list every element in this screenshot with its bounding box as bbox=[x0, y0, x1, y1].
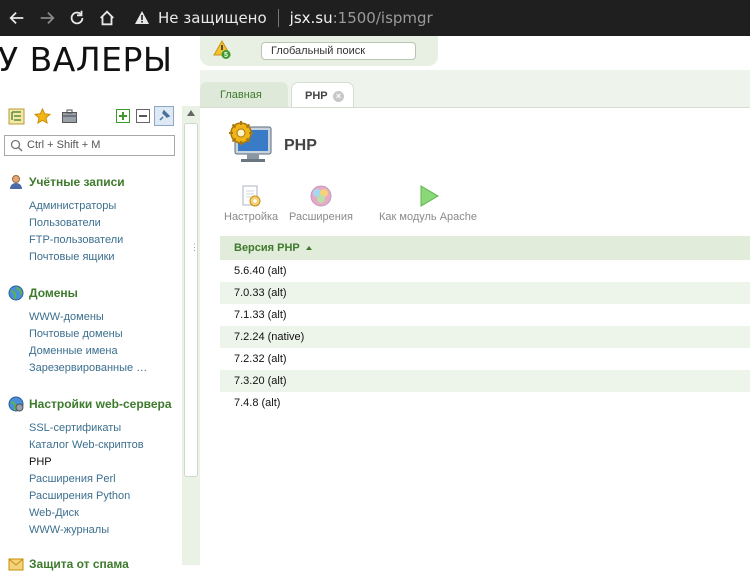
sidebar-item-administrators[interactable]: Администраторы bbox=[29, 200, 116, 212]
php-module-icon bbox=[229, 121, 272, 162]
sidebar-search-placeholder: Ctrl + Shift + M bbox=[27, 139, 101, 151]
settings-button-label: Настройка bbox=[224, 211, 279, 223]
pin-icon[interactable] bbox=[154, 106, 174, 126]
site-title: У ВАЛЕРЫ bbox=[0, 40, 173, 79]
sidebar-item-python-extensions[interactable]: Расширения Python bbox=[29, 490, 130, 502]
tab-php-label: PHP bbox=[305, 90, 328, 102]
url-path: :1500/ispmgr bbox=[332, 9, 433, 27]
sort-ascending-icon bbox=[305, 246, 312, 251]
url-host: jsx.su bbox=[289, 9, 333, 27]
back-button[interactable] bbox=[4, 5, 30, 31]
sidebar-scrollbar[interactable] bbox=[182, 106, 200, 565]
sidebar-item-mail-domains[interactable]: Почтовые домены bbox=[29, 328, 123, 340]
sidebar-group-title: Учётные записи bbox=[29, 175, 125, 189]
table-row[interactable]: 7.3.20 (alt) bbox=[220, 370, 750, 392]
scroll-up-icon[interactable] bbox=[187, 110, 195, 116]
sidebar-search-input[interactable]: Ctrl + Shift + M bbox=[4, 135, 175, 156]
table-row[interactable]: 7.1.33 (alt) bbox=[220, 304, 750, 326]
sidebar-group-title: Защита от спама bbox=[29, 557, 129, 571]
sidebar-group-title: Настройки web-сервера bbox=[29, 397, 172, 411]
briefcase-icon[interactable] bbox=[61, 108, 78, 125]
expand-all-icon[interactable] bbox=[115, 108, 132, 125]
splitter-handle[interactable]: ⋮ bbox=[190, 242, 199, 253]
sidebar-item-web-disk[interactable]: Web-Диск bbox=[29, 507, 79, 519]
sidebar-item-www-domains[interactable]: WWW-домены bbox=[29, 311, 104, 323]
search-icon bbox=[10, 139, 23, 152]
content-area: PHP Настройка Расширения Как модуль Apac… bbox=[200, 107, 750, 565]
table-row[interactable]: 7.2.24 (native) bbox=[220, 326, 750, 348]
sidebar-group-spam-protection[interactable]: Защита от спама bbox=[8, 556, 129, 572]
sidebar-item-domain-names[interactable]: Доменные имена bbox=[29, 345, 118, 357]
tab-php[interactable]: PHP × bbox=[291, 82, 354, 108]
sidebar-item-mailboxes[interactable]: Почтовые ящики bbox=[29, 251, 115, 263]
sidebar-toolbar bbox=[0, 106, 182, 130]
close-icon[interactable]: × bbox=[333, 91, 344, 102]
star-icon[interactable] bbox=[34, 108, 51, 125]
sidebar-item-web-scripts-catalog[interactable]: Каталог Web-скриптов bbox=[29, 439, 144, 451]
global-search-input[interactable]: Глобальный поиск bbox=[261, 42, 416, 60]
home-icon bbox=[100, 10, 114, 26]
reload-icon bbox=[70, 10, 84, 25]
extensions-button[interactable]: Расширения bbox=[289, 184, 353, 223]
settings-document-icon bbox=[242, 185, 261, 207]
settings-button[interactable]: Настройка bbox=[224, 184, 278, 223]
sidebar-item-reserved[interactable]: Зарезервированные … bbox=[29, 362, 147, 374]
user-icon bbox=[10, 175, 22, 189]
spam-icon bbox=[8, 558, 24, 571]
page-title: PHP bbox=[284, 137, 317, 154]
tab-main[interactable]: Главная bbox=[200, 82, 288, 108]
apache-module-button-label: Как модуль Apache bbox=[379, 211, 478, 223]
security-label: Не защищено bbox=[158, 9, 267, 27]
table-row[interactable]: 5.6.40 (alt) bbox=[220, 260, 750, 282]
top-panel: 5 Глобальный поиск bbox=[200, 36, 438, 66]
arrow-right-icon bbox=[40, 11, 55, 25]
divider bbox=[277, 9, 279, 27]
column-header-label: Версия PHP bbox=[234, 242, 300, 254]
sidebar-item-ftp-users[interactable]: FTP-пользователи bbox=[29, 234, 123, 246]
browser-toolbar: Не защищено jsx.su:1500/ispmgr bbox=[0, 0, 750, 36]
extensions-button-label: Расширения bbox=[289, 211, 353, 223]
apache-module-button[interactable]: Как модуль Apache bbox=[379, 184, 477, 223]
sidebar-group-web-server-settings[interactable]: Настройки web-сервера bbox=[8, 396, 172, 412]
arrow-left-icon bbox=[9, 11, 24, 25]
sidebar: Ctrl + Shift + M Учётные записи Админист… bbox=[0, 106, 182, 571]
table-row[interactable]: 7.0.33 (alt) bbox=[220, 282, 750, 304]
sidebar-item-www-logs[interactable]: WWW-журналы bbox=[29, 524, 109, 536]
forward-button[interactable] bbox=[34, 5, 60, 31]
column-header-php-version[interactable]: Версия PHP bbox=[220, 236, 750, 260]
notification-count: 5 bbox=[224, 52, 228, 59]
reload-button[interactable] bbox=[64, 5, 90, 31]
sidebar-group-title: Домены bbox=[29, 286, 78, 300]
collapse-all-icon[interactable] bbox=[135, 108, 152, 125]
sidebar-item-php[interactable]: PHP bbox=[29, 456, 52, 468]
notification-warning-icon[interactable]: 5 bbox=[213, 40, 233, 60]
extensions-icon bbox=[310, 185, 332, 207]
tree-view-icon[interactable] bbox=[8, 108, 25, 125]
sidebar-group-accounts[interactable]: Учётные записи bbox=[8, 174, 125, 190]
table-row[interactable]: 7.2.32 (alt) bbox=[220, 348, 750, 370]
address-bar[interactable]: Не защищено jsx.su:1500/ispmgr bbox=[134, 9, 433, 27]
tab-bar: Главная PHP × bbox=[200, 70, 750, 108]
sidebar-item-ssl-certificates[interactable]: SSL-сертификаты bbox=[29, 422, 121, 434]
warning-icon bbox=[135, 11, 149, 24]
scrollbar-thumb[interactable] bbox=[184, 123, 198, 477]
web-settings-icon bbox=[8, 396, 24, 412]
main-panel: Главная PHP × PHP Настройка Расширения К… bbox=[200, 70, 750, 565]
globe-icon bbox=[8, 285, 24, 301]
sidebar-group-domains[interactable]: Домены bbox=[8, 285, 78, 301]
sidebar-item-perl-extensions[interactable]: Расширения Perl bbox=[29, 473, 116, 485]
sidebar-item-users[interactable]: Пользователи bbox=[29, 217, 101, 229]
table-row[interactable]: 7.4.8 (alt) bbox=[220, 392, 750, 414]
home-button[interactable] bbox=[94, 5, 120, 31]
play-icon bbox=[420, 185, 440, 207]
